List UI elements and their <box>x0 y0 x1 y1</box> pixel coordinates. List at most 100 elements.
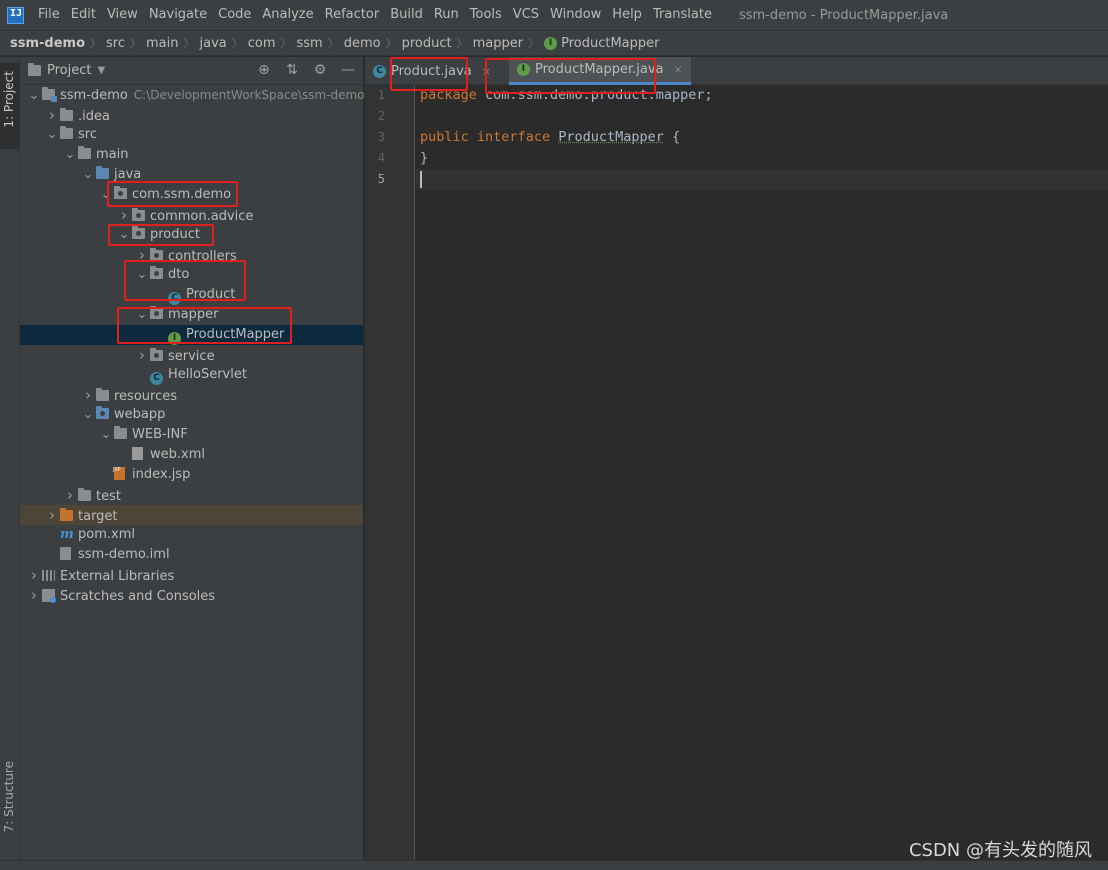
menu-translate[interactable]: Translate <box>647 0 717 30</box>
chevron-down-icon[interactable]: ⌄ <box>26 86 42 106</box>
chevron-down-icon[interactable]: ⌄ <box>98 425 114 445</box>
chevron-down-icon[interactable]: ⌄ <box>80 405 96 425</box>
tab-label: Product.java <box>391 63 472 79</box>
package-icon <box>150 306 163 319</box>
breadcrumb-item-src[interactable]: src <box>106 36 125 51</box>
chevron-down-icon[interactable]: ⌄ <box>134 305 150 325</box>
menu-refactor[interactable]: Refactor <box>319 0 385 30</box>
close-icon[interactable]: × <box>674 63 683 76</box>
tree-item-mapper[interactable]: ⌄ mapper <box>20 305 363 325</box>
tree-item-resources[interactable]: › resources <box>20 385 363 405</box>
breadcrumb-item-product[interactable]: product <box>402 36 452 51</box>
tree-item-label: Product <box>186 287 236 302</box>
interface-icon: I <box>544 36 558 50</box>
tool-window-project-button[interactable]: 1: Project <box>0 63 20 149</box>
tree-item-test[interactable]: › test <box>20 485 363 505</box>
menu-view[interactable]: View <box>101 0 143 30</box>
breadcrumb-item-demo[interactable]: demo <box>344 36 381 51</box>
chevron-right-icon[interactable]: › <box>134 245 150 265</box>
gear-icon[interactable]: ⚙ <box>311 61 329 79</box>
tree-item-pom-xml[interactable]: m pom.xml <box>20 525 363 545</box>
intellij-logo-icon[interactable]: IJ <box>7 6 24 24</box>
chevron-right-icon[interactable]: › <box>44 105 60 125</box>
tree-icon-slot <box>150 247 168 267</box>
chevron-down-icon[interactable]: ⌄ <box>116 225 132 245</box>
menu-build[interactable]: Build <box>384 0 428 30</box>
tree-item-controllers[interactable]: › controllers <box>20 245 363 265</box>
tree-item-src[interactable]: ⌄ src <box>20 125 363 145</box>
menu-window[interactable]: Window <box>544 0 606 30</box>
tree-item-ssm-demo-iml[interactable]: ssm-demo.iml <box>20 545 363 565</box>
chevron-right-icon[interactable]: › <box>26 585 42 605</box>
breadcrumb-item-ssm[interactable]: ssm <box>297 36 323 51</box>
chevron-down-icon[interactable]: ⌄ <box>80 165 96 185</box>
chevron-right-icon[interactable]: › <box>44 505 60 525</box>
tab-productmapper-java[interactable]: I ProductMapper.java × <box>508 57 691 85</box>
menu-vcs[interactable]: VCS <box>507 0 544 30</box>
menu-file[interactable]: File <box>32 0 65 30</box>
folder-icon <box>114 426 127 439</box>
collapse-all-icon[interactable]: ⇅ <box>283 61 301 79</box>
menu-help[interactable]: Help <box>606 0 647 30</box>
tree-item-product[interactable]: C Product <box>20 285 363 305</box>
tree-item-index-jsp[interactable]: index.jsp <box>20 460 363 485</box>
package-icon <box>150 248 163 261</box>
menu-edit[interactable]: Edit <box>65 0 101 30</box>
locate-icon[interactable]: ⊕ <box>255 61 273 79</box>
tree-item-com-ssm-demo[interactable]: ⌄ com.ssm.demo <box>20 185 363 205</box>
folder-icon <box>78 146 91 159</box>
tree-item-ssm-demo[interactable]: ⌄ ssm-demo C:\DevelopmentWorkSpace\ssm-dem… <box>20 85 365 106</box>
chevron-right-icon[interactable]: › <box>62 485 78 505</box>
chevron-down-icon[interactable]: ▼ <box>97 65 105 76</box>
breadcrumb-item-com[interactable]: com <box>248 36 276 51</box>
tree-icon-slot <box>78 487 96 507</box>
breadcrumb-item-current[interactable]: ProductMapper <box>561 36 659 51</box>
tab-product-java[interactable]: C Product.java × <box>365 57 499 85</box>
tree-icon-slot <box>42 587 60 607</box>
menu-tools[interactable]: Tools <box>464 0 507 30</box>
line-number: 5 <box>377 172 385 186</box>
tree-item-productmapper[interactable]: I ProductMapper <box>20 325 363 345</box>
chevron-down-icon[interactable]: ⌄ <box>62 145 78 165</box>
tree-item--idea[interactable]: › .idea <box>20 105 363 125</box>
menu-analyze[interactable]: Analyze <box>256 0 318 30</box>
tree-item-helloservlet[interactable]: C HelloServlet <box>20 365 363 385</box>
tree-item-common-advice[interactable]: › common.advice <box>20 205 363 225</box>
menu-run[interactable]: Run <box>428 0 464 30</box>
breadcrumb-item-ssm-demo[interactable]: ssm-demo <box>10 36 85 51</box>
chevron-right-icon[interactable]: › <box>26 565 42 585</box>
code-editor[interactable]: package com.ssm.demo.product.mapper; pub… <box>416 85 1108 860</box>
chevron-right-icon[interactable]: › <box>116 205 132 225</box>
tree-item-target[interactable]: › target <box>20 505 363 525</box>
tree-item-external-libraries[interactable]: › External Libraries <box>20 565 363 585</box>
menu-bar: IJ File Edit View Navigate Code Analyze Refact… <box>0 0 1108 30</box>
tree-icon-slot <box>60 107 78 127</box>
close-icon[interactable]: × <box>482 65 491 78</box>
tree-item-java[interactable]: ⌄ java <box>20 165 363 185</box>
menu-navigate[interactable]: Navigate <box>143 0 212 30</box>
tree-item-product[interactable]: ⌄ product <box>20 225 363 245</box>
menu-code[interactable]: Code <box>212 0 256 30</box>
tree-item-web-inf[interactable]: ⌄ WEB-INF <box>20 425 363 445</box>
chevron-down-icon[interactable]: ⌄ <box>98 185 114 205</box>
tree-item-main[interactable]: ⌄ main <box>20 145 363 165</box>
tree-item-service[interactable]: › service <box>20 345 363 365</box>
tree-item-dto[interactable]: ⌄ dto <box>20 265 363 285</box>
minimize-icon[interactable]: — <box>339 61 357 79</box>
chevron-right-icon[interactable]: › <box>80 385 96 405</box>
tool-window-structure-button[interactable]: 7: Structure <box>0 757 20 857</box>
project-panel-title[interactable]: Project <box>47 63 91 78</box>
breadcrumb-item-java[interactable]: java <box>200 36 227 51</box>
chevron-down-icon[interactable]: ⌄ <box>134 265 150 285</box>
line-number: 3 <box>377 130 385 144</box>
package-icon <box>150 348 163 361</box>
chevron-right-icon[interactable]: › <box>134 345 150 365</box>
chevron-down-icon[interactable]: ⌄ <box>44 125 60 145</box>
tree-item-webapp[interactable]: ⌄ webapp <box>20 405 363 425</box>
breadcrumb-item-mapper[interactable]: mapper <box>473 36 523 51</box>
tree-icon-slot <box>42 86 60 106</box>
tree-item-web-xml[interactable]: web.xml <box>20 445 363 465</box>
breadcrumb-item-main[interactable]: main <box>146 36 178 51</box>
tree-item-scratches-and-consoles[interactable]: › Scratches and Consoles <box>20 585 363 605</box>
xml-file-icon <box>132 447 143 460</box>
